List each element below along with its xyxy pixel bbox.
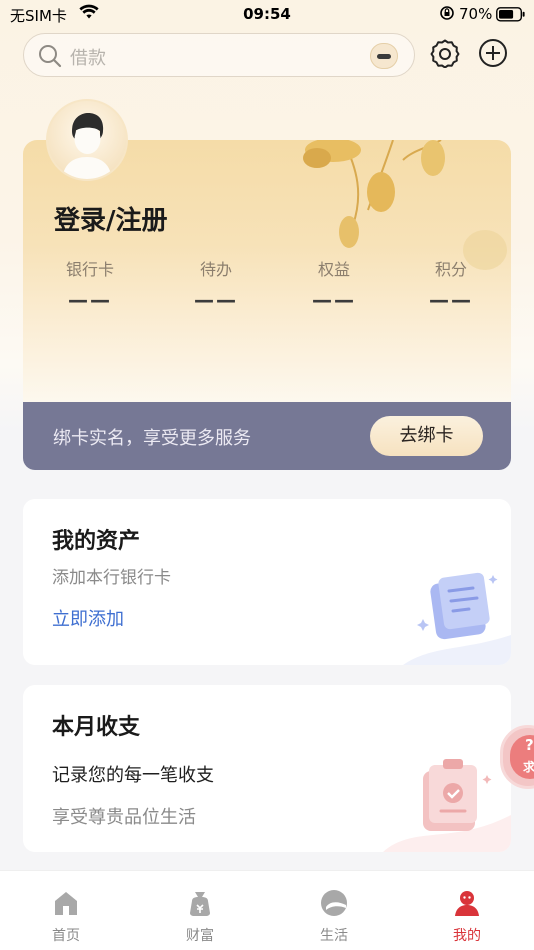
profile-icon: [455, 891, 479, 916]
document-illustration-icon: [403, 572, 511, 665]
search-placeholder: 借款: [70, 48, 106, 69]
stat-value: ——: [194, 288, 238, 312]
add-button[interactable]: [478, 38, 508, 68]
login-register-link[interactable]: 登录/注册: [54, 200, 168, 237]
help-label: 求: [523, 760, 534, 774]
bottom-nav: 首页 财富 生活 我的: [0, 870, 534, 950]
nav-label: 生活: [320, 928, 348, 944]
assistant-eyes: [377, 54, 391, 59]
stat-value: ——: [429, 288, 473, 312]
nav-label: 首页: [52, 928, 80, 944]
nav-home[interactable]: 首页: [16, 871, 116, 950]
status-bar: 无SIM卡 09:54 70%: [0, 0, 534, 30]
budget-line2: 享受尊贵品位生活: [52, 807, 196, 828]
gear-icon: [430, 39, 460, 69]
question-icon: ?: [525, 736, 534, 754]
battery-percent: 70%: [459, 5, 493, 23]
stat-benefits[interactable]: 权益 ——: [294, 256, 374, 312]
add-card-link[interactable]: 立即添加: [52, 605, 124, 631]
stat-label: 银行卡: [65, 260, 114, 279]
nav-label: 财富: [186, 928, 214, 944]
stat-label: 积分: [434, 260, 467, 279]
my-assets-card[interactable]: 我的资产 添加本行银行卡 立即添加: [23, 499, 511, 665]
rotation-lock-icon: [439, 5, 455, 25]
budget-line1: 记录您的每一笔收支: [52, 765, 214, 786]
stat-bank-cards[interactable]: 银行卡 ——: [50, 256, 130, 312]
stat-points[interactable]: 积分 ——: [411, 256, 491, 312]
search-bar[interactable]: 借款: [23, 33, 415, 77]
nav-mine[interactable]: 我的: [417, 871, 517, 950]
home-icon: [55, 892, 77, 915]
default-user-icon: [62, 113, 112, 179]
assets-subtitle: 添加本行银行卡: [52, 568, 171, 588]
stat-value: ——: [312, 288, 356, 312]
plus-circle-icon: [479, 39, 507, 67]
battery-icon: [496, 7, 526, 26]
stat-value: ——: [68, 288, 112, 312]
monthly-budget-card[interactable]: 本月收支 记录您的每一笔收支 享受尊贵品位生活: [23, 685, 511, 852]
stat-todo[interactable]: 待办 ——: [176, 256, 256, 312]
bind-card-button[interactable]: 去绑卡: [370, 416, 483, 456]
wealth-bag-icon: [190, 892, 210, 916]
bind-card-text: 绑卡实名，享受更多服务: [53, 428, 251, 449]
nav-label: 我的: [453, 928, 481, 944]
bind-card-banner: 绑卡实名，享受更多服务 去绑卡: [23, 402, 511, 470]
stat-label: 权益: [317, 260, 350, 279]
avatar[interactable]: [46, 99, 128, 181]
budget-title: 本月收支: [52, 715, 141, 740]
nav-life[interactable]: 生活: [284, 871, 384, 950]
life-icon: [321, 890, 347, 916]
assets-title: 我的资产: [52, 529, 141, 554]
stat-label: 待办: [199, 260, 232, 279]
assistant-avatar-icon[interactable]: [370, 43, 398, 69]
search-icon: [38, 44, 62, 72]
settings-button[interactable]: [430, 38, 460, 69]
clipboard-illustration-icon: [383, 759, 511, 852]
nav-wealth[interactable]: 财富: [150, 871, 250, 950]
